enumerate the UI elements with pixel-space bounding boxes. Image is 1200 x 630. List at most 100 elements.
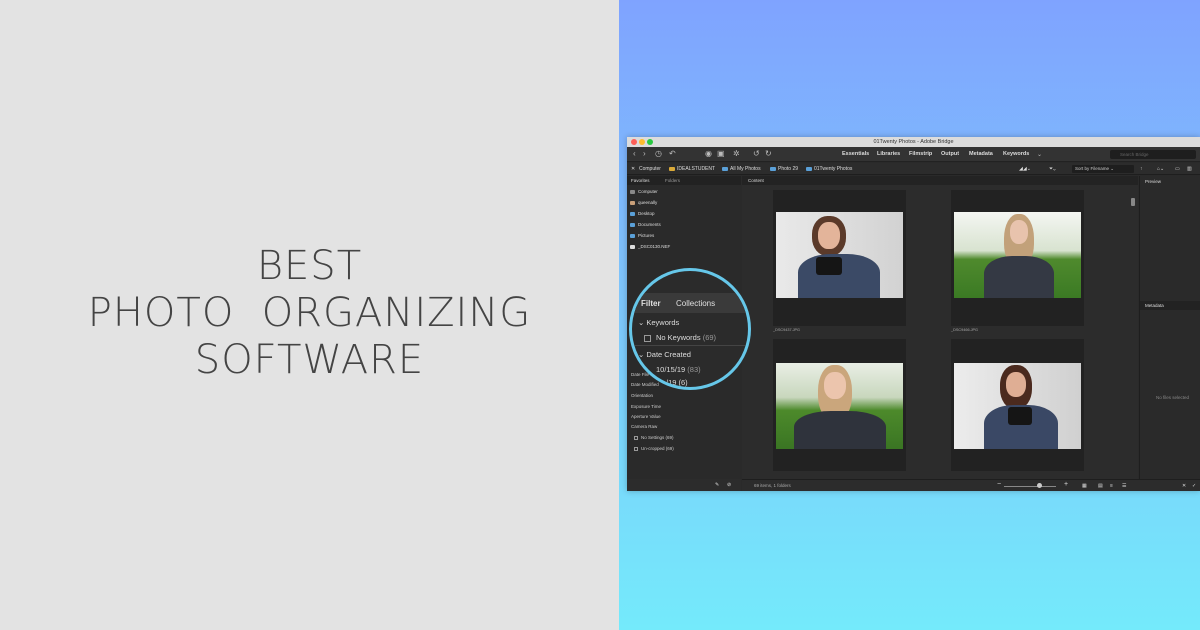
forward-icon[interactable]: › — [643, 150, 646, 158]
folder-icon — [806, 166, 812, 171]
filter-aperture-value[interactable]: Aperture Value — [631, 414, 661, 419]
thumbnail-4[interactable] — [951, 339, 1084, 471]
home-icon — [630, 200, 635, 205]
right-panel: Preview Metadata — [1139, 176, 1200, 479]
lock-grid-icon[interactable]: ▦ — [1082, 483, 1087, 489]
left-panel-footer: ✎ ⊘ — [627, 479, 741, 491]
photo-face — [818, 222, 840, 249]
thumbnail-1[interactable] — [773, 190, 906, 326]
close-path-icon[interactable]: ✕ — [631, 166, 635, 172]
metadata-tab-bar: Metadata — [1140, 301, 1200, 310]
tab-favorites[interactable]: Favorites — [631, 178, 650, 183]
breadcrumb-photo-29[interactable]: Photo 29 — [770, 166, 798, 172]
filter-date-value[interactable]: 10/15/19 (83) — [656, 365, 701, 374]
filter-no-keywords[interactable]: No Keywords (69) — [644, 333, 716, 342]
sort-direction-icon[interactable]: ↑ — [1140, 166, 1143, 172]
favorite-documents[interactable]: Documents — [630, 222, 661, 230]
headline-line-2: PHOTO ORGANIZING — [87, 290, 532, 336]
thumbnail-2-filename: _DSC9466.JPG — [951, 328, 979, 332]
open-in-camera-raw-icon[interactable]: ✲ — [733, 150, 740, 158]
favorite-computer[interactable]: Computer — [630, 189, 658, 197]
breadcrumb-idealstudent[interactable]: IDEALSTUDENT — [669, 166, 715, 172]
path-bar: ✕ Computer IDEALSTUDENT All My Photos Ph… — [627, 163, 1200, 175]
photo-woman-with-camera-2 — [954, 363, 1081, 449]
favorite-pictures[interactable]: Pictures — [630, 233, 654, 241]
checkbox[interactable] — [634, 446, 638, 451]
view-thumbnails-icon[interactable]: ▤ — [1098, 483, 1103, 489]
return-icon[interactable]: ↶ — [669, 150, 676, 158]
rotate-left-icon[interactable]: ↺ — [753, 150, 760, 158]
zoom-out-icon[interactable]: − — [997, 481, 1001, 488]
zoom-in-icon[interactable]: + — [1064, 481, 1068, 488]
apply-icon[interactable]: ✓ — [1192, 483, 1196, 489]
clear-filter-icon[interactable]: ⊘ — [727, 482, 731, 488]
filter-camera-raw[interactable]: Camera Raw — [631, 424, 657, 429]
left-background: BEST PHOTO ORGANIZING SOFTWARE — [0, 0, 619, 630]
folder-icon — [770, 166, 776, 171]
photo-camera — [1008, 407, 1032, 425]
trash-icon[interactable]: ▥ — [1187, 166, 1192, 172]
folder-icon — [722, 166, 728, 171]
folder-icon — [630, 211, 635, 216]
content-scrollbar[interactable] — [1131, 198, 1135, 206]
open-recent-icon[interactable]: ⌂⌄ — [1157, 166, 1164, 172]
thumbnail-size-slider[interactable] — [1004, 486, 1056, 487]
photo-camera — [816, 257, 842, 275]
cancel-icon[interactable]: ✕ — [1182, 483, 1186, 489]
tab-filter[interactable]: Filter — [641, 299, 661, 308]
thumbnail-1-filename: _DSC9437.JPG — [773, 328, 801, 332]
filter-items-icon[interactable]: ⏷⌄ — [1049, 166, 1056, 172]
folder-icon — [669, 166, 675, 171]
sort-by-select[interactable]: Sort by Filename ⌄ — [1072, 165, 1134, 173]
breadcrumb-01twenty-photos[interactable]: 01Twenty Photos — [806, 166, 852, 172]
filter-no-settings[interactable]: No Settings (69) — [634, 435, 674, 440]
checkbox[interactable] — [644, 334, 651, 342]
refine-icon[interactable]: ▣ — [717, 150, 725, 158]
tab-collections[interactable]: Collections — [676, 299, 715, 308]
favorite-queenally[interactable]: queenally — [630, 200, 657, 208]
breadcrumb-all-my-photos[interactable]: All My Photos — [722, 166, 761, 172]
workspace-metadata[interactable]: Metadata — [969, 151, 993, 157]
thumbnail-2[interactable] — [951, 190, 1084, 326]
toolbar: ‹ › ◷ ↶ ◉ ▣ ✲ ↺ ↻ Essentials Libraries F… — [627, 147, 1200, 162]
left-panel-tabs: Favorites Folders — [627, 176, 741, 185]
computer-icon — [630, 189, 635, 194]
filter-keywords[interactable]: ⌄ Keywords — [638, 318, 679, 327]
filter-date-created[interactable]: ⌄ Date Created — [638, 350, 691, 359]
filter-exposure-time[interactable]: Exposure Time — [631, 404, 661, 409]
headline: BEST PHOTO ORGANIZING SOFTWARE — [0, 243, 619, 384]
no-files-selected: No files selected — [1155, 395, 1190, 400]
checkbox[interactable] — [634, 435, 638, 440]
workspace-filmstrip[interactable]: Filmstrip — [909, 151, 932, 157]
workspace-menu-chevron-icon[interactable]: ⌄ — [1037, 151, 1042, 159]
workspace-libraries[interactable]: Libraries — [877, 151, 900, 157]
slider-knob[interactable] — [1037, 483, 1042, 488]
workspace-output[interactable]: Output — [941, 151, 959, 157]
new-folder-icon[interactable]: ▭ — [1175, 166, 1180, 172]
favorite-nef-file[interactable]: _DSC0130.NEF — [630, 244, 670, 252]
back-icon[interactable]: ‹ — [633, 150, 636, 158]
workspace-keywords[interactable]: Keywords — [1003, 151, 1029, 157]
tab-metadata[interactable]: Metadata — [1145, 303, 1164, 308]
history-icon[interactable]: ◷ — [655, 150, 662, 158]
window-title: 01Twenty Photos - Adobe Bridge — [873, 139, 954, 145]
filter-un-cropped[interactable]: Un-cropped (69) — [634, 446, 674, 451]
filter-date-value-partial[interactable]: /19 (6) — [666, 378, 688, 387]
workspace-essentials[interactable]: Essentials — [842, 151, 869, 157]
tab-folders[interactable]: Folders — [665, 178, 680, 183]
camera-download-icon[interactable]: ◉ — [705, 150, 712, 158]
tab-preview[interactable]: Preview — [1145, 179, 1161, 184]
favorite-desktop[interactable]: Desktop — [630, 211, 655, 219]
breadcrumb-computer[interactable]: Computer — [639, 166, 661, 172]
rating-filter-icon[interactable]: ◢◢⌄ — [1019, 166, 1031, 172]
divider — [632, 345, 748, 346]
view-details-icon[interactable]: ≡ — [1110, 483, 1113, 489]
rotate-right-icon[interactable]: ↻ — [765, 150, 772, 158]
search-input[interactable]: Search Bridge — [1110, 150, 1196, 159]
thumbnail-3[interactable] — [773, 339, 906, 471]
view-list-icon[interactable]: ☰ — [1122, 483, 1126, 489]
filter-orientation[interactable]: Orientation — [631, 393, 653, 398]
content-label: Content — [748, 178, 764, 183]
filter-date-modified[interactable]: Date Modified — [631, 382, 659, 387]
pin-icon[interactable]: ✎ — [715, 482, 719, 488]
